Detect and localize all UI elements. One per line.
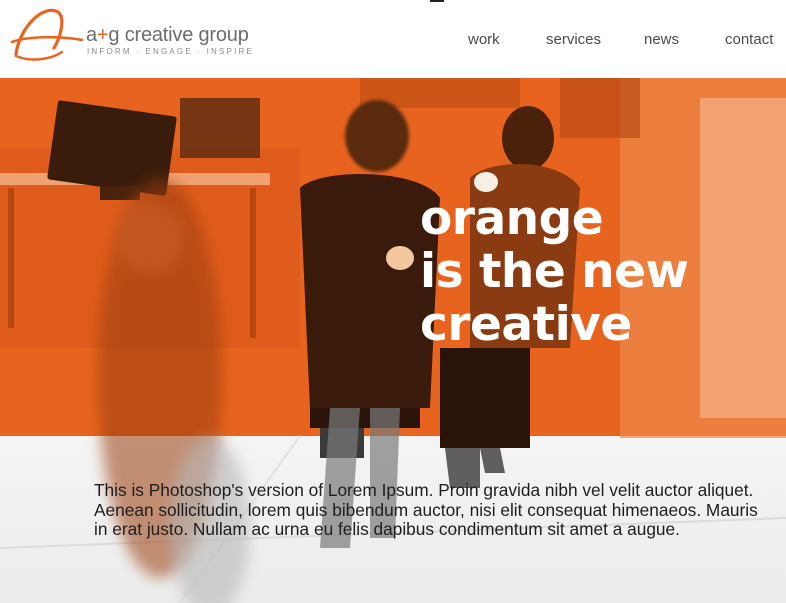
brand-name-suffix: g creative group [108, 24, 249, 46]
nav-item-contact[interactable]: contact [725, 31, 773, 48]
hero-headline: orange is the new creative [420, 192, 786, 351]
hero-headline-line-3: creative [420, 297, 632, 352]
logo-swoosh-icon [10, 8, 84, 61]
brand-name-prefix: a [86, 24, 97, 46]
nav-item-news[interactable]: news [644, 31, 679, 48]
hero-headline-line-1: orange [420, 191, 604, 246]
nav-item-services[interactable]: services [546, 31, 601, 48]
hero-banner: orange is the new creative This is Photo… [0, 78, 786, 603]
logo[interactable]: a+g creative group INFORM · ENGAGE · INS… [10, 4, 260, 66]
divider [430, 0, 444, 2]
brand-name-plus: + [96, 24, 109, 46]
hero-headline-line-2: is the new [420, 244, 689, 299]
brand-tagline: INFORM · ENGAGE · INSPIRE [87, 47, 255, 56]
nav-item-work[interactable]: work [468, 31, 500, 48]
body-paragraph: This is Photoshop's version of Lorem Ips… [94, 480, 758, 539]
site-header: a+g creative group INFORM · ENGAGE · INS… [0, 0, 786, 78]
brand-name: a+g creative group [86, 24, 249, 47]
